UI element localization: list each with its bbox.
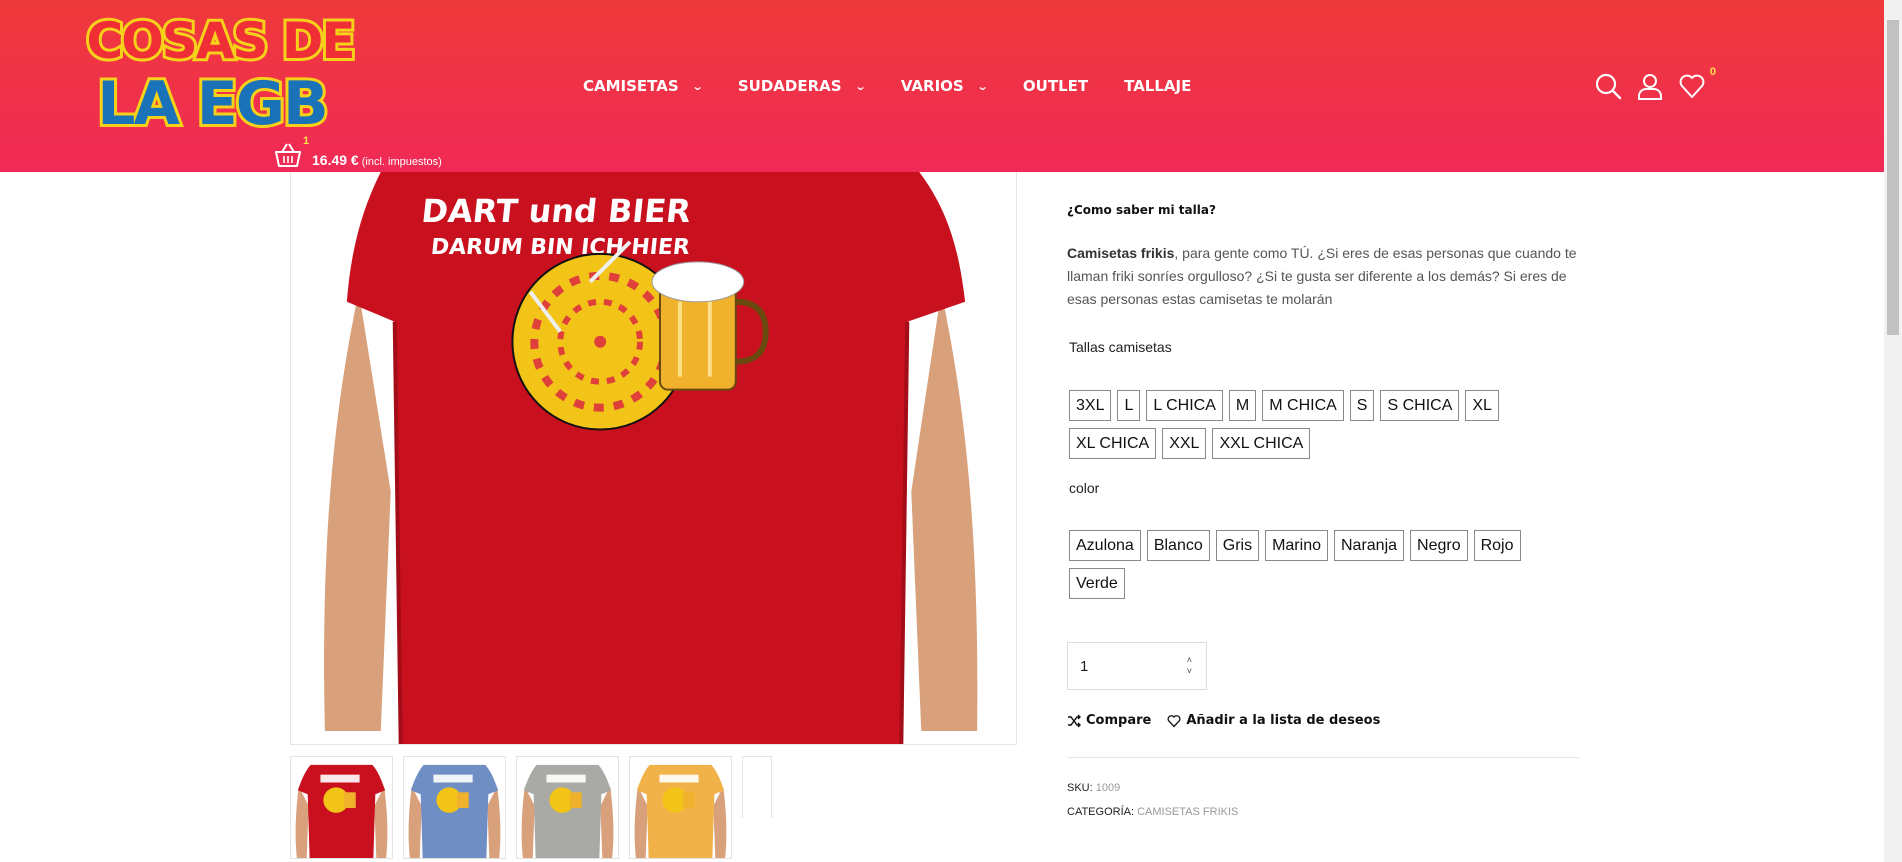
nav-item-label: CAMISETAS xyxy=(583,77,679,95)
color-option[interactable]: Marino xyxy=(1265,530,1328,561)
product-main-image[interactable]: DART und BIER DARUM BIN ICH HIER xyxy=(290,172,1017,745)
search-icon[interactable] xyxy=(1594,72,1622,100)
nav-item-varios[interactable]: VARIOS ⌄ xyxy=(900,77,989,95)
product-thumbnails xyxy=(290,756,772,859)
color-option[interactable]: Azulona xyxy=(1069,530,1141,561)
site-header: COSAS DE LA EGB CAMISETAS ⌄ SUDADERAS ⌄ VARI… xyxy=(0,0,1884,172)
cart-tax-note: (incl. impuestos) xyxy=(361,156,442,168)
size-option[interactable]: XL CHICA xyxy=(1069,428,1157,459)
svg-text:DART und BIER: DART und BIER xyxy=(420,192,693,230)
size-option[interactable]: S xyxy=(1349,390,1375,421)
scrollbar-thumb[interactable] xyxy=(1887,20,1899,335)
size-swatches: 3XL L L CHICA M M CHICA S S CHICA XL XL CHICA XXL… xyxy=(1069,390,1569,466)
divider xyxy=(1067,757,1579,758)
page-scrollbar[interactable] xyxy=(1884,0,1902,862)
category-label: CATEGORÍA: xyxy=(1067,806,1135,818)
nav-item-outlet[interactable]: OUTLET xyxy=(1023,77,1088,95)
compare-label: Compare xyxy=(1086,713,1152,728)
page: COSAS DE LA EGB CAMISETAS ⌄ SUDADERAS ⌄ VARI… xyxy=(0,0,1902,862)
size-option[interactable]: XL xyxy=(1465,390,1499,421)
site-logo[interactable]: COSAS DE LA EGB xyxy=(80,6,360,142)
shuffle-icon xyxy=(1068,714,1081,727)
category-link[interactable]: CAMISETAS FRIKIS xyxy=(1137,806,1238,818)
product-thumbnail[interactable] xyxy=(403,756,506,859)
sku-row: SKU: 1009 xyxy=(1067,782,1120,794)
size-option[interactable]: M CHICA xyxy=(1262,390,1344,421)
sizes-label: Tallas camisetas xyxy=(1069,339,1172,355)
nav-item-label: TALLAJE xyxy=(1124,77,1192,95)
chevron-down-icon: ⌄ xyxy=(691,79,704,93)
size-option[interactable]: M xyxy=(1228,390,1257,421)
color-option[interactable]: Blanco xyxy=(1146,530,1210,561)
compare-button[interactable]: Compare xyxy=(1067,713,1151,728)
main-nav: CAMISETAS ⌄ SUDADERAS ⌄ VARIOS ⌄ OUTLET TALLAJE xyxy=(583,75,1227,97)
size-option[interactable]: 3XL xyxy=(1069,390,1112,421)
sku-label: SKU: xyxy=(1067,782,1093,794)
color-option[interactable]: Rojo xyxy=(1473,530,1521,561)
product-thumbnail[interactable] xyxy=(290,756,393,859)
color-option[interactable]: Verde xyxy=(1069,568,1125,599)
mini-cart[interactable]: 1 16.49 € (incl. impuestos) xyxy=(274,135,442,168)
size-option[interactable]: S CHICA xyxy=(1380,390,1460,421)
wishlist-label: Añadir a la lista de deseos xyxy=(1186,713,1381,728)
wishlist-heart-icon[interactable]: 0 xyxy=(1678,66,1716,100)
svg-text:DARUM BIN ICH HIER: DARUM BIN ICH HIER xyxy=(430,235,691,260)
add-to-wishlist-button[interactable]: Añadir a la lista de deseos xyxy=(1167,713,1380,728)
sku-value: 1009 xyxy=(1095,782,1121,794)
nav-item-tallaje[interactable]: TALLAJE xyxy=(1124,77,1191,95)
product-actions: Compare Añadir a la lista de deseos xyxy=(1067,713,1396,728)
quantity-value: 1 xyxy=(1080,657,1089,675)
size-option[interactable]: XXL xyxy=(1162,428,1207,459)
color-label: color xyxy=(1069,480,1100,496)
chevron-down-icon: ⌄ xyxy=(854,79,867,93)
nav-item-sudaderas[interactable]: SUDADERAS ⌄ xyxy=(737,77,867,95)
quantity-stepper-icon[interactable]: ˄ ˅ xyxy=(1187,655,1192,677)
size-option[interactable]: L CHICA xyxy=(1146,390,1223,421)
size-option[interactable]: L xyxy=(1117,390,1141,421)
product-thumbnail[interactable] xyxy=(629,756,732,859)
heart-icon xyxy=(1167,714,1181,727)
svg-text:COSAS DE: COSAS DE xyxy=(87,12,354,70)
color-option[interactable]: Gris xyxy=(1215,530,1260,561)
svg-text:LA EGB: LA EGB xyxy=(97,69,327,134)
nav-item-label: SUDADERAS xyxy=(737,77,842,95)
header-icons: 0 xyxy=(1594,66,1720,100)
color-swatches: Azulona Blanco Gris Marino Naranja Negro Rojo V… xyxy=(1069,530,1569,606)
wishlist-count-badge: 0 xyxy=(1709,66,1716,78)
product-description: Camisetas frikis, para gente como TÚ. ¿S… xyxy=(1067,242,1579,311)
category-row: CATEGORÍA: CAMISETAS FRIKIS xyxy=(1067,806,1238,818)
size-option[interactable]: XXL CHICA xyxy=(1212,428,1311,459)
nav-item-label: VARIOS xyxy=(900,77,964,95)
basket-icon xyxy=(275,143,301,167)
thumbnail-next-button[interactable] xyxy=(742,756,772,818)
description-highlight: Camisetas frikis xyxy=(1067,245,1175,261)
user-icon[interactable] xyxy=(1636,72,1664,100)
size-help-link[interactable]: ¿Como saber mi talla? xyxy=(1067,203,1216,217)
color-option[interactable]: Negro xyxy=(1410,530,1468,561)
product-thumbnail[interactable] xyxy=(516,756,619,859)
nav-item-label: OUTLET xyxy=(1022,77,1089,95)
color-option[interactable]: Naranja xyxy=(1333,530,1405,561)
cart-count-badge: 1 xyxy=(303,135,310,147)
chevron-down-icon: ⌄ xyxy=(976,79,989,93)
cart-total: 16.49 € xyxy=(312,152,359,168)
quantity-input[interactable]: 1 ˄ ˅ xyxy=(1067,642,1207,690)
nav-item-camisetas[interactable]: CAMISETAS ⌄ xyxy=(583,77,704,95)
logo-graphic: COSAS DE LA EGB xyxy=(84,9,359,142)
